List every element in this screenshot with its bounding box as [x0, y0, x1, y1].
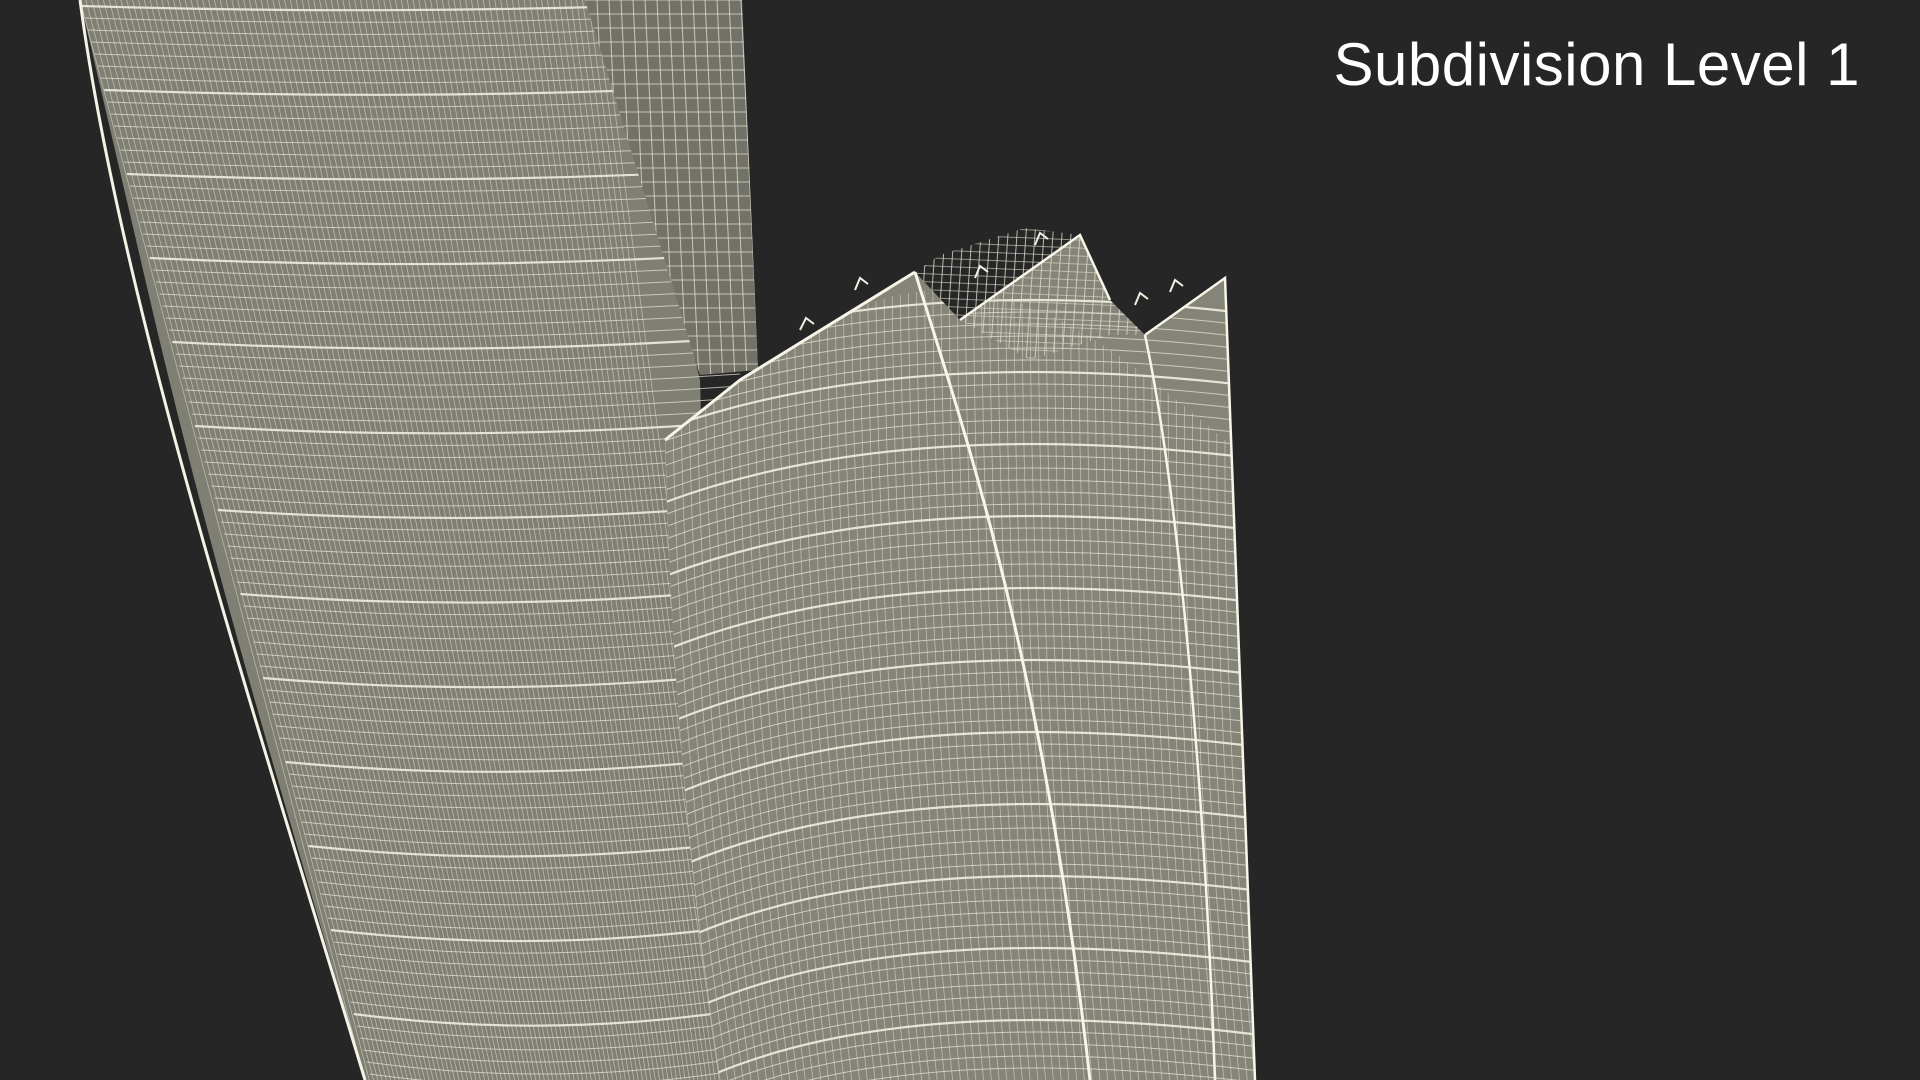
viewport: Subdivision Level 1 — [0, 0, 1920, 1080]
wireframe-render — [78, 0, 1257, 1080]
subdivision-level-label: Subdivision Level 1 — [1333, 31, 1860, 98]
